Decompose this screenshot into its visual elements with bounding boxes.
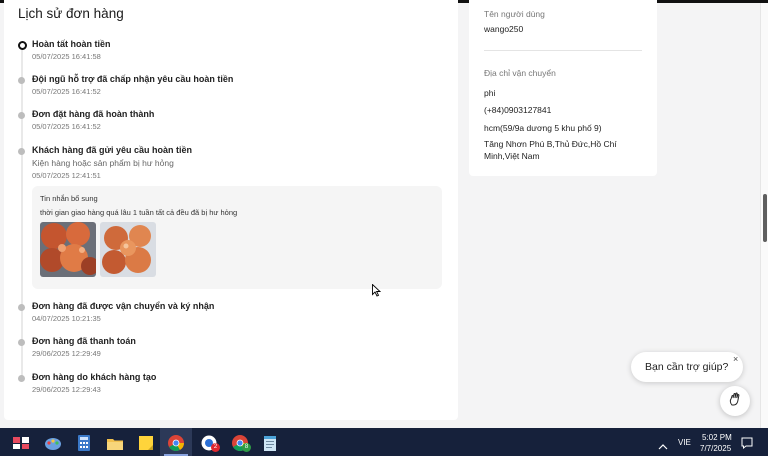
event-title: Đơn hàng đã được vận chuyển và ký nhận (32, 301, 215, 311)
shipping-address-label: Địa chỉ vận chuyển (484, 68, 556, 78)
additional-message-title: Tin nhắn bổ sung (40, 194, 98, 203)
chrome-profile-icon[interactable]: 8 (227, 432, 253, 454)
event-date: 05/07/2025 16:41:52 (32, 122, 101, 131)
username-value: wango250 (484, 24, 524, 34)
address-line-1: hcm(59/9a dương 5 khu phố 9) (484, 123, 602, 133)
timeline-active-dot (18, 41, 27, 50)
notification-icon[interactable] (741, 436, 753, 454)
event-title: Khách hàng đã gửi yêu cầu hoàn tiền (32, 145, 193, 155)
event-title: Đội ngũ hỗ trợ đã chấp nhận yêu cầu hoàn… (32, 74, 234, 84)
event-date: 29/06/2025 12:29:43 (32, 385, 101, 394)
mouse-cursor-icon (372, 283, 382, 302)
clock-date[interactable]: 7/7/2025 (700, 444, 731, 453)
damaged-fruit-photo-2[interactable] (100, 222, 156, 277)
damaged-fruit-photo-1[interactable] (40, 222, 96, 277)
address-line-2: Tăng Nhơn Phú B,Thủ Đức,Hồ Chí (484, 139, 617, 149)
help-text: Bạn cần trợ giúp? (645, 361, 729, 373)
username-label: Tên người dùng (484, 9, 545, 19)
clock-time[interactable]: 5:02 PM (702, 433, 732, 442)
chrome-badge: 8 (242, 443, 251, 452)
calculator-icon[interactable] (71, 432, 97, 454)
chrome-icon[interactable] (163, 432, 189, 454)
chat-badge: 2 (211, 443, 220, 452)
event-date: 05/07/2025 12:41:51 (32, 171, 101, 180)
address-line-3: Minh,Việt Nam (484, 151, 540, 161)
recipient-phone: (+84)0903127841 (484, 105, 552, 115)
event-date: 29/06/2025 12:29:49 (32, 349, 101, 358)
file-explorer-icon[interactable] (102, 432, 128, 454)
timeline-dot (18, 375, 25, 382)
order-history-card: Lịch sử đơn hàng Hoàn tất hoàn tiền 05/0… (4, 0, 458, 420)
page-scrollbar[interactable] (760, 3, 768, 428)
help-launcher-button[interactable] (720, 386, 750, 416)
event-title: Đơn đặt hàng đã hoàn thành (32, 109, 155, 119)
timeline-dot (18, 148, 25, 155)
scrollbar-thumb[interactable] (763, 194, 767, 242)
notepad-icon[interactable] (257, 432, 283, 454)
recipient-name: phi (484, 88, 496, 98)
divider (484, 50, 642, 51)
event-date: 04/07/2025 10:21:35 (32, 314, 101, 323)
event-title: Hoàn tất hoàn tiền (32, 39, 111, 49)
help-close-button[interactable]: × (733, 354, 738, 364)
event-subtitle: Kiện hàng hoặc sản phẩm bị hư hỏng (32, 158, 174, 168)
app-icon[interactable] (8, 432, 34, 454)
event-title: Đơn hàng đã thanh toán (32, 336, 136, 346)
timeline-dot (18, 77, 25, 84)
event-date: 05/07/2025 16:41:58 (32, 52, 101, 61)
paint-icon[interactable] (40, 432, 66, 454)
chat-app-icon[interactable]: 2 (196, 432, 222, 454)
order-history-title: Lịch sử đơn hàng (18, 6, 124, 21)
additional-message-text: thời gian giao hàng quá lâu 1 tuần tất c… (40, 208, 238, 217)
tray-chevron-up-icon[interactable] (658, 437, 668, 455)
timeline-line (21, 46, 23, 381)
windows-taskbar: 2 8 VIE 5:02 PM 7/7/2025 (0, 428, 768, 456)
help-chat-bubble[interactable]: Bạn cần trợ giúp? × (631, 352, 743, 382)
event-title: Đơn hàng do khách hàng tạo (32, 372, 157, 382)
additional-message-box: Tin nhắn bổ sung thời gian giao hàng quá… (32, 186, 442, 289)
waving-hand-icon (728, 392, 742, 411)
customer-info-card: Tên người dùng wango250 Địa chỉ vận chuy… (469, 0, 657, 176)
event-date: 05/07/2025 16:41:52 (32, 87, 101, 96)
sticky-notes-icon[interactable] (133, 432, 159, 454)
timeline-dot (18, 304, 25, 311)
timeline-dot (18, 339, 25, 346)
timeline-dot (18, 112, 25, 119)
language-indicator[interactable]: VIE (678, 438, 691, 447)
